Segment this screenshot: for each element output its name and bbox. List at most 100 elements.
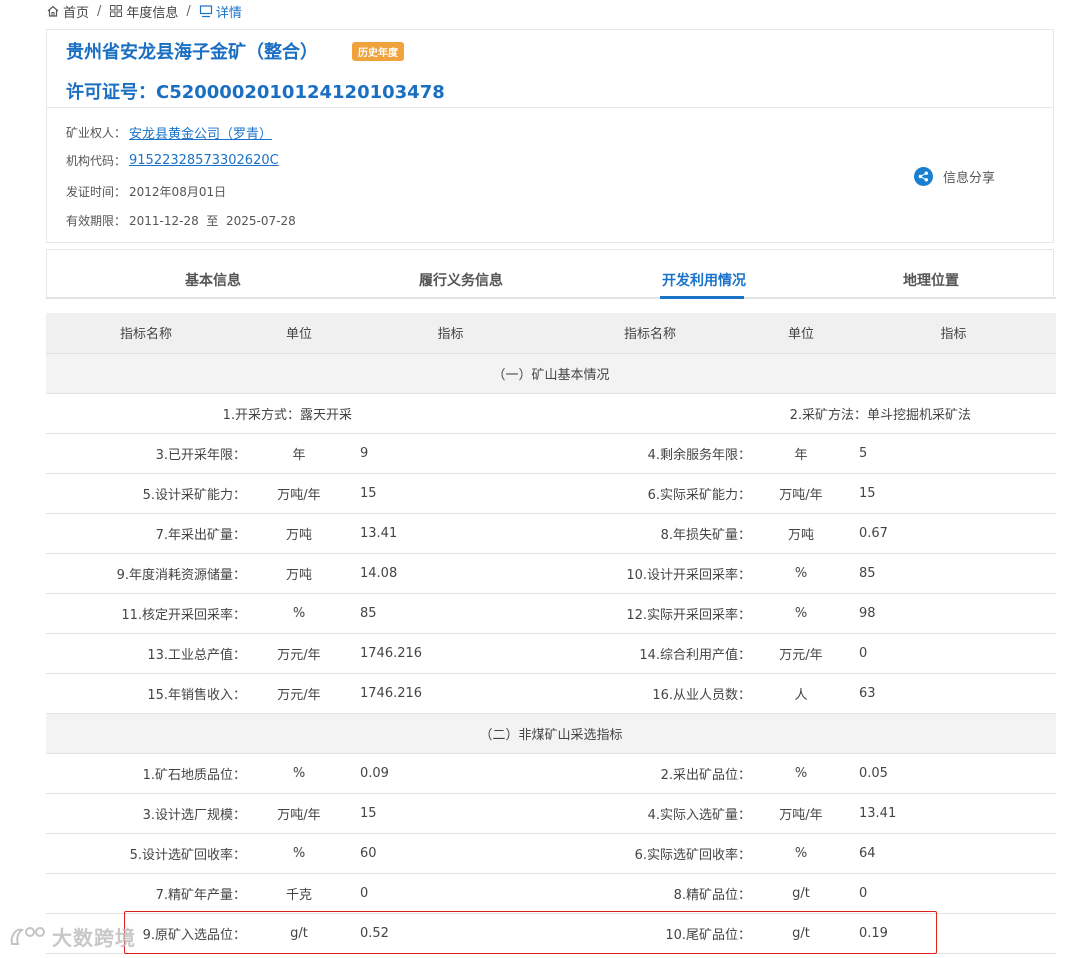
table-cell: 0 <box>352 873 549 914</box>
table-cell: 6.实际采矿能力： <box>549 473 751 514</box>
breadcrumb-separator: / <box>186 3 191 19</box>
development-table: 指标名称 单位 指标 指标名称 单位 指标 （一）矿山基本情况 1.开采方式：露… <box>46 313 1056 954</box>
table-cell: 13.41 <box>352 513 549 554</box>
table-cell: 85 <box>851 553 1056 594</box>
table-cell: 万元/年 <box>751 633 851 674</box>
column-header: 指标名称 <box>549 313 751 354</box>
validity-value: 2011-12-28 至 2025-07-28 <box>129 214 296 228</box>
table-cell: 0.05 <box>851 753 1056 794</box>
table-cell: 6.实际选矿回收率： <box>549 833 751 874</box>
breadcrumb-year-info[interactable]: 年度信息 <box>109 2 178 21</box>
table-cell: 0 <box>851 633 1056 674</box>
table-cell: 0 <box>851 873 1056 914</box>
owner-label: 矿业权人： <box>66 126 127 140</box>
column-header: 指标名称 <box>46 313 246 354</box>
share-label: 信息分享 <box>943 171 996 186</box>
breadcrumb-home[interactable]: 首页 <box>46 2 89 21</box>
table-cell: 万元/年 <box>246 633 352 674</box>
table-cell: 4.剩余服务年限： <box>549 433 751 474</box>
table-row: 15.年销售收入： 万元/年 1746.216 16.从业人员数：人 63 <box>46 673 1056 714</box>
table-row: 5.设计采矿能力： 万吨/年 15 6.实际采矿能力： 万吨/年 15 <box>46 473 1056 514</box>
table-cell: 15 <box>352 473 549 514</box>
table-cell: 16.从业人员数： <box>549 673 751 714</box>
table-cell: 5.设计采矿能力： <box>46 473 246 514</box>
license-number: 许可证号：C5200002010124120103478 <box>66 82 445 103</box>
tab-basic-info[interactable]: 基本信息 <box>133 270 293 290</box>
watermark-logo-icon <box>10 926 45 945</box>
breadcrumb: 首页 / 年度信息 / 详情 <box>46 0 242 22</box>
table-cell: 15 <box>352 793 549 834</box>
table-cell: 9 <box>352 433 549 474</box>
table-cell: 13.41 <box>851 793 1056 834</box>
table-cell: 3.已开采年限： <box>46 433 246 474</box>
table-cell: 11.核定开采回采率： <box>46 593 246 634</box>
table-cell: 5 <box>851 433 1056 474</box>
breadcrumb-home-label: 首页 <box>63 5 90 21</box>
watermark: 大数跨境 <box>8 922 136 951</box>
column-header: 单位 <box>246 313 352 354</box>
org-code-link[interactable]: 91522328573302620C <box>129 153 279 168</box>
table-cell: 0.67 <box>851 513 1056 554</box>
table-cell: 63 <box>851 673 1056 714</box>
table-cell: 8.精矿品位： <box>549 873 751 914</box>
table-row: 13.工业总产值： 万元/年 1746.216 14.综合利用产值： 万元/年 0 <box>46 633 1056 674</box>
table-cell <box>352 393 549 434</box>
table-cell: 8.年损失矿量： <box>549 513 751 554</box>
table-cell: g/t <box>751 873 851 914</box>
tabs-baseline <box>46 297 1056 299</box>
table-cell: % <box>246 593 352 634</box>
share-icon <box>914 167 933 186</box>
tab-obligations[interactable]: 履行义务信息 <box>381 270 541 290</box>
tab-location[interactable]: 地理位置 <box>851 270 1011 290</box>
table-cell: % <box>751 553 851 594</box>
org-code-row: 机构代码： 91522328573302620C <box>66 152 279 169</box>
monitor-icon <box>199 5 212 18</box>
table-cell: 14.综合利用产值： <box>549 633 751 674</box>
section-title: （一）矿山基本情况 <box>46 353 1056 394</box>
tabs-bar: 基本信息 履行义务信息 开发利用情况 地理位置 <box>46 249 1054 299</box>
table-cell: 万吨/年 <box>246 793 352 834</box>
table-cell: 万吨/年 <box>246 473 352 514</box>
table-row: 7.年采出矿量： 万吨 13.41 8.年损失矿量： 万吨 0.67 <box>46 513 1056 554</box>
table-cell: % <box>246 753 352 794</box>
owner-row: 矿业权人： 安龙县黄金公司（罗青） <box>66 123 272 142</box>
table-cell: 64 <box>851 833 1056 874</box>
owner-link[interactable]: 安龙县黄金公司（罗青） <box>129 123 272 142</box>
table-cell: 9.年度消耗资源储量： <box>46 553 246 594</box>
table-cell: % <box>751 753 851 794</box>
column-header: 指标 <box>851 313 1056 354</box>
table-cell: 5.设计选矿回收率： <box>46 833 246 874</box>
section-title: （二）非煤矿山采选指标 <box>46 713 1056 754</box>
table-cell: 15 <box>851 473 1056 514</box>
table-cell: 2.采矿方法：单斗挖掘机采矿法 <box>549 393 971 434</box>
column-header: 单位 <box>751 313 851 354</box>
table-cell: 7.年采出矿量： <box>46 513 246 554</box>
table-cell: 98 <box>851 593 1056 634</box>
table-cell: 7.精矿年产量： <box>46 873 246 914</box>
table-cell: 4.实际入选矿量： <box>549 793 751 834</box>
table-cell: 年 <box>246 433 352 474</box>
table-cell: 60 <box>352 833 549 874</box>
table-cell: 14.08 <box>352 553 549 594</box>
grid-icon <box>110 5 123 17</box>
table-cell: 万元/年 <box>246 673 352 714</box>
table-row: 1.矿石地质品位：% 0.09 2.采出矿品位：% 0.05 <box>46 753 1056 794</box>
table-cell: 0.09 <box>352 753 549 794</box>
validity-row: 有效期限： 2011-12-28 至 2025-07-28 <box>66 212 296 229</box>
breadcrumb-year-info-label: 年度信息 <box>126 5 179 21</box>
table-cell: % <box>751 833 851 874</box>
table-cell-text: 2.采矿方法：单斗挖掘机采矿法 <box>789 407 971 423</box>
table-cell: 10.设计开采回采率： <box>549 553 751 594</box>
column-header: 指标 <box>352 313 549 354</box>
tab-development[interactable]: 开发利用情况 <box>624 270 784 290</box>
table-row: 7.精矿年产量： 千克 0 8.精矿品位： g/t 0 <box>46 873 1056 914</box>
divider <box>47 107 1053 108</box>
history-year-badge: 历史年度 <box>352 41 404 61</box>
table-row: 11.核定开采回采率：% 85 12.实际开采回采率：% 98 <box>46 593 1056 634</box>
share-button[interactable]: 信息分享 <box>914 167 995 186</box>
table-cell: 1.开采方式：露天开采 <box>46 393 352 434</box>
mine-header-card: 贵州省安龙县海子金矿（整合） 历史年度 许可证号：C52000020101241… <box>46 29 1054 243</box>
table-row: 1.开采方式：露天开采 2.采矿方法：单斗挖掘机采矿法 <box>46 393 1056 434</box>
breadcrumb-detail: 详情 <box>199 2 242 21</box>
table-row: 3.设计选厂规模： 万吨/年 15 4.实际入选矿量： 万吨/年 13.41 <box>46 793 1056 834</box>
